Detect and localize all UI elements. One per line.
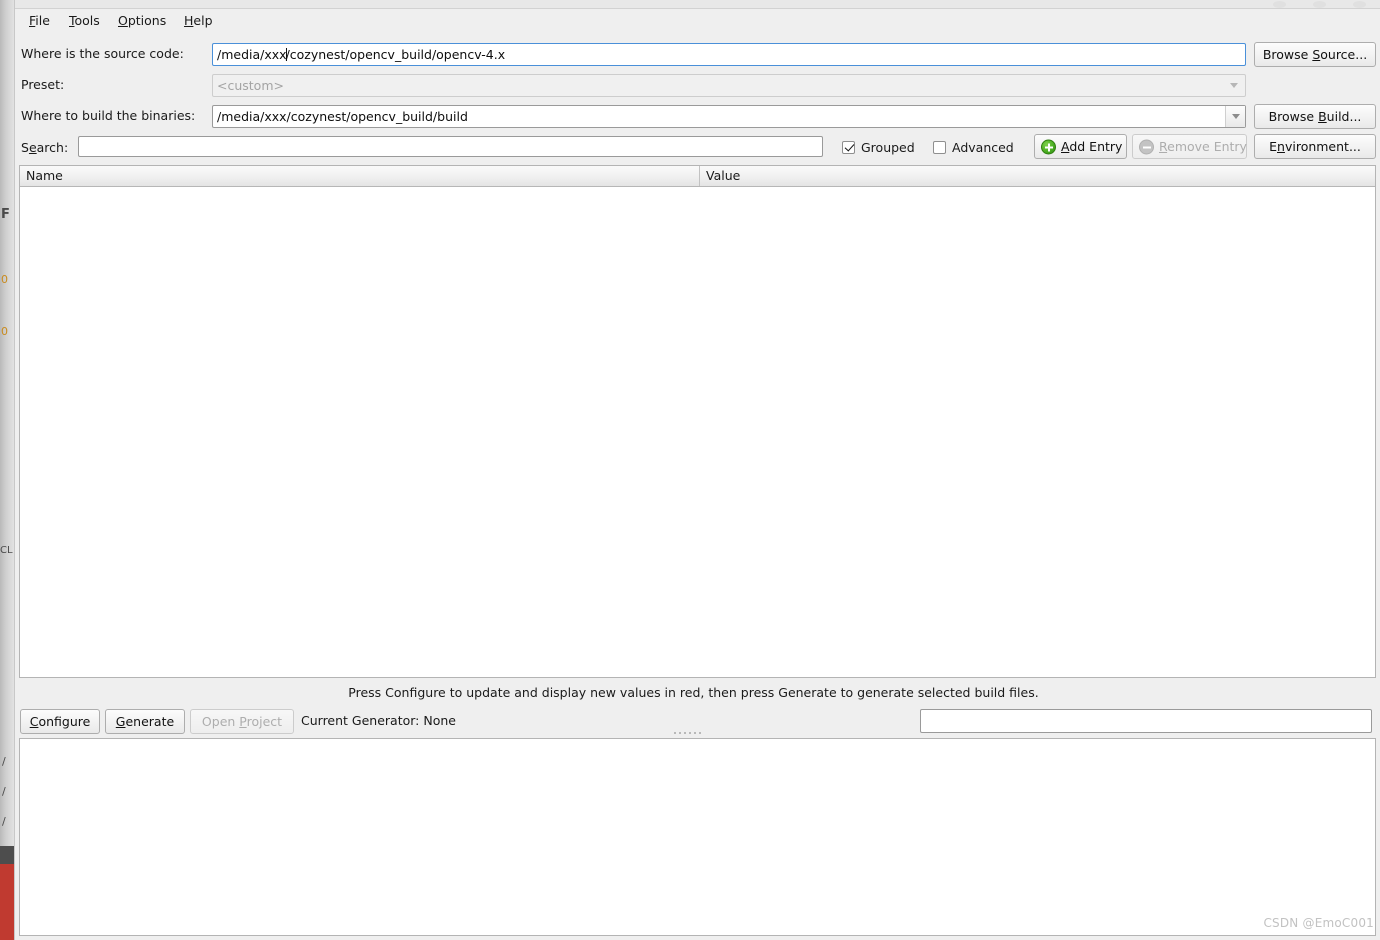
- cache-entries-table[interactable]: Name Value: [19, 165, 1376, 678]
- plus-circle-icon: [1041, 139, 1056, 154]
- menu-file[interactable]: File: [23, 12, 56, 30]
- minimize-button[interactable]: [1273, 1, 1286, 8]
- chevron-down-icon: [1231, 114, 1240, 119]
- browse-source-button[interactable]: Browse Source...: [1254, 42, 1376, 67]
- environment-button[interactable]: Environment...: [1254, 134, 1376, 159]
- bg-glyph-4: /: [2, 755, 6, 768]
- bg-glyph-6: /: [2, 815, 6, 828]
- remove-entry-button: Remove Entry: [1132, 134, 1247, 159]
- cache-table-header: Name Value: [20, 166, 1375, 187]
- menu-help[interactable]: Help: [178, 12, 219, 30]
- progress-field: [920, 709, 1372, 733]
- text-caret: [285, 48, 287, 61]
- advanced-checkbox-row[interactable]: Advanced: [933, 137, 1014, 157]
- background-window-accent: [0, 864, 14, 940]
- source-code-input[interactable]: /media/xxx/cozynest/opencv_build/opencv-…: [212, 43, 1246, 66]
- build-binaries-dropdown-arrow[interactable]: [1225, 106, 1245, 127]
- close-button[interactable]: [1353, 1, 1366, 8]
- menu-tools[interactable]: Tools: [63, 12, 106, 30]
- menu-options[interactable]: Options: [112, 12, 172, 30]
- bg-glyph-2: 0: [1, 325, 8, 338]
- search-input[interactable]: [78, 136, 823, 157]
- background-window: F 0 0 CL / / / /: [0, 0, 14, 940]
- search-label: Search:: [21, 140, 69, 155]
- bg-glyph-0: F: [1, 207, 10, 222]
- csdn-watermark: CSDN @EmoC001: [1263, 916, 1374, 930]
- bg-glyph-5: /: [2, 785, 6, 798]
- preset-label: Preset:: [21, 77, 65, 92]
- maximize-button[interactable]: [1313, 1, 1326, 8]
- add-entry-button[interactable]: Add Entry: [1034, 134, 1127, 159]
- advanced-checkbox[interactable]: [933, 140, 946, 154]
- bg-glyph-1: 0: [1, 273, 8, 286]
- build-binaries-label: Where to build the binaries:: [21, 108, 196, 123]
- output-console[interactable]: [19, 738, 1376, 936]
- minus-circle-icon: [1139, 139, 1154, 154]
- current-generator-label: Current Generator: None: [301, 713, 456, 728]
- menu-bar: File Tools Options Help: [15, 9, 1380, 33]
- preset-dropdown-arrow[interactable]: [1224, 75, 1244, 96]
- preset-combo[interactable]: <custom>: [212, 74, 1246, 97]
- grouped-checkbox-row[interactable]: Grouped: [842, 137, 915, 157]
- cache-table-body[interactable]: [20, 187, 1375, 677]
- preset-value: <custom>: [217, 78, 284, 93]
- configure-button[interactable]: Configure: [20, 709, 100, 734]
- browse-build-button[interactable]: Browse Build...: [1254, 104, 1376, 129]
- advanced-label: Advanced: [952, 139, 1014, 155]
- background-window-glyphs: F 0 0 CL / / / /: [0, 0, 14, 940]
- build-binaries-value: /media/xxx/cozynest/opencv_build/build: [217, 109, 468, 124]
- cmake-gui-window: File Tools Options Help Where is the sou…: [14, 0, 1380, 940]
- generate-button[interactable]: Generate: [105, 709, 185, 734]
- column-header-name[interactable]: Name: [20, 166, 699, 186]
- chevron-down-icon: [1230, 83, 1238, 88]
- bg-glyph-3: CL: [0, 545, 13, 556]
- title-bar: [15, 0, 1380, 9]
- source-code-label: Where is the source code:: [21, 46, 184, 61]
- panel-splitter-handle[interactable]: [657, 729, 717, 737]
- background-window-dark-band: [0, 846, 14, 864]
- configure-hint-text: Press Configure to update and display ne…: [348, 685, 1039, 700]
- column-header-value[interactable]: Value: [699, 166, 1375, 186]
- grouped-checkbox[interactable]: [842, 140, 855, 154]
- build-binaries-input[interactable]: /media/xxx/cozynest/opencv_build/build: [212, 105, 1246, 128]
- open-project-button: Open Project: [190, 709, 294, 734]
- grouped-label: Grouped: [861, 139, 915, 155]
